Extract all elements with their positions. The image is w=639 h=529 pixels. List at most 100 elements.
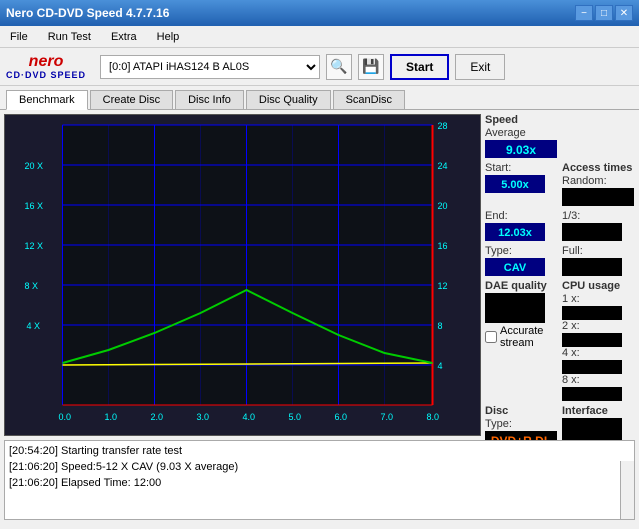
svg-text:28: 28 xyxy=(438,121,448,131)
nero-logo-subtitle: CD·DVD SPEED xyxy=(6,70,86,80)
drive-selector[interactable]: [0:0] ATAPI iHAS124 B AL0S xyxy=(100,55,320,79)
nero-logo: nero CD·DVD SPEED xyxy=(6,54,86,80)
log-content: [20:54:20] Starting transfer rate test [… xyxy=(5,441,634,493)
speed-end-row: End: 12.03x 1/3: xyxy=(485,210,635,241)
menu-extra[interactable]: Extra xyxy=(105,29,143,45)
menu-bar: File Run Test Extra Help xyxy=(0,26,639,48)
svg-text:24: 24 xyxy=(438,161,448,171)
dae-cpu-row: DAE quality Accuratestream CPU usage 1 x… xyxy=(485,280,635,401)
svg-text:0.0: 0.0 xyxy=(59,412,72,422)
window-controls: − □ ✕ xyxy=(575,5,633,21)
access-third-value xyxy=(562,223,622,241)
disc-title: Disc xyxy=(485,405,558,417)
log-entry-1: [21:06:20] Speed:5-12 X CAV (9.03 X aver… xyxy=(9,459,630,475)
tab-bar: Benchmark Create Disc Disc Info Disc Qua… xyxy=(0,86,639,110)
speed-start-value: 5.00x xyxy=(485,175,545,193)
access-full-label: Full: xyxy=(562,245,635,257)
tab-create-disc[interactable]: Create Disc xyxy=(90,90,173,109)
svg-text:20 X: 20 X xyxy=(25,161,44,171)
speed-type-value: CAV xyxy=(485,258,545,276)
speed-details: Start: 5.00x Access times Random: xyxy=(485,162,635,206)
cpu-8x-label: 8 x: xyxy=(562,374,635,386)
menu-run-test[interactable]: Run Test xyxy=(42,29,97,45)
log-scrollbar[interactable] xyxy=(620,461,634,519)
speed-type-col: Type: CAV xyxy=(485,245,558,276)
nero-logo-text: nero xyxy=(29,54,64,70)
svg-text:8.0: 8.0 xyxy=(427,412,440,422)
cpu-col: CPU usage 1 x: 2 x: 4 x: 8 x: xyxy=(562,280,635,401)
access-third-col: 1/3: xyxy=(562,210,635,241)
cpu-2x-label: 2 x: xyxy=(562,320,635,332)
svg-text:12 X: 12 X xyxy=(25,241,44,251)
maximize-button[interactable]: □ xyxy=(595,5,613,21)
speed-average-value: 9.03x xyxy=(485,140,557,158)
svg-text:5.0: 5.0 xyxy=(289,412,302,422)
log-text-2: Elapsed Time: 12:00 xyxy=(61,477,161,489)
main-area: 20 X 16 X 12 X 8 X 4 X 28 24 20 16 12 8 … xyxy=(0,110,639,440)
cpu-2x-value xyxy=(562,333,622,347)
log-entry-2: [21:06:20] Elapsed Time: 12:00 xyxy=(9,475,630,491)
svg-text:8: 8 xyxy=(438,321,443,331)
chart-container: 20 X 16 X 12 X 8 X 4 X 28 24 20 16 12 8 … xyxy=(4,114,481,436)
speed-start-col: Start: 5.00x xyxy=(485,162,558,206)
cpu-1x-value xyxy=(562,306,622,320)
dae-title: DAE quality xyxy=(485,280,558,292)
svg-text:3.0: 3.0 xyxy=(197,412,210,422)
access-random-label: Random: xyxy=(562,175,635,187)
svg-text:8 X: 8 X xyxy=(25,281,39,291)
interface-title: Interface xyxy=(562,405,635,417)
access-title: Access times xyxy=(562,162,635,174)
cpu-4x-label: 4 x: xyxy=(562,347,635,359)
svg-text:4: 4 xyxy=(438,361,443,371)
toolbar-icon-1[interactable]: 🔍 xyxy=(326,54,352,80)
cpu-8x-value xyxy=(562,387,622,401)
menu-file[interactable]: File xyxy=(4,29,34,45)
svg-text:6.0: 6.0 xyxy=(335,412,348,422)
menu-help[interactable]: Help xyxy=(151,29,186,45)
svg-text:20: 20 xyxy=(438,201,448,211)
access-full-col: Full: xyxy=(562,245,635,276)
speed-type-label: Type: xyxy=(485,245,558,257)
toolbar-icon-2[interactable]: 💾 xyxy=(358,54,384,80)
speed-average-label: Average xyxy=(485,127,635,139)
svg-text:7.0: 7.0 xyxy=(381,412,394,422)
title-bar: Nero CD-DVD Speed 4.7.7.16 − □ ✕ xyxy=(0,0,639,26)
access-full-value xyxy=(562,258,622,276)
accurate-stream-checkbox[interactable] xyxy=(485,331,497,343)
exit-button[interactable]: Exit xyxy=(455,54,505,80)
cpu-4x-value xyxy=(562,360,622,374)
log-entry-0: [20:54:20] Starting transfer rate test xyxy=(9,443,630,459)
toolbar: nero CD·DVD SPEED [0:0] ATAPI iHAS124 B … xyxy=(0,48,639,86)
svg-text:4.0: 4.0 xyxy=(243,412,256,422)
tab-disc-info[interactable]: Disc Info xyxy=(175,90,244,109)
tab-scandisc[interactable]: ScanDisc xyxy=(333,90,405,109)
cpu-1x-label: 1 x: xyxy=(562,293,635,305)
right-panel: Speed Average 9.03x Start: 5.00x Access … xyxy=(485,114,635,436)
svg-text:12: 12 xyxy=(438,281,448,291)
access-random-value xyxy=(562,188,634,206)
speed-section: Speed Average 9.03x xyxy=(485,114,635,158)
window-title: Nero CD-DVD Speed 4.7.7.16 xyxy=(6,6,169,20)
accurate-stream-row: Accuratestream xyxy=(485,325,558,349)
log-time-2: [21:06:20] xyxy=(9,477,58,489)
dae-value xyxy=(485,293,545,323)
speed-end-label: End: xyxy=(485,210,558,222)
accurate-label: Accuratestream xyxy=(500,325,543,349)
disc-type-label: Type: xyxy=(485,418,558,430)
speed-type-row: Type: CAV Full: xyxy=(485,245,635,276)
speed-start-label: Start: xyxy=(485,162,558,174)
dae-col: DAE quality Accuratestream xyxy=(485,280,558,401)
tab-benchmark[interactable]: Benchmark xyxy=(6,90,88,110)
svg-text:1.0: 1.0 xyxy=(105,412,118,422)
minimize-button[interactable]: − xyxy=(575,5,593,21)
tab-disc-quality[interactable]: Disc Quality xyxy=(246,90,331,109)
svg-text:16 X: 16 X xyxy=(25,201,44,211)
close-button[interactable]: ✕ xyxy=(615,5,633,21)
log-area: [20:54:20] Starting transfer rate test [… xyxy=(4,440,635,520)
access-third-label: 1/3: xyxy=(562,210,635,222)
log-time-0: [20:54:20] xyxy=(9,445,58,457)
svg-text:4 X: 4 X xyxy=(27,321,41,331)
log-time-1: [21:06:20] xyxy=(9,461,58,473)
svg-text:16: 16 xyxy=(438,241,448,251)
start-button[interactable]: Start xyxy=(390,54,449,80)
